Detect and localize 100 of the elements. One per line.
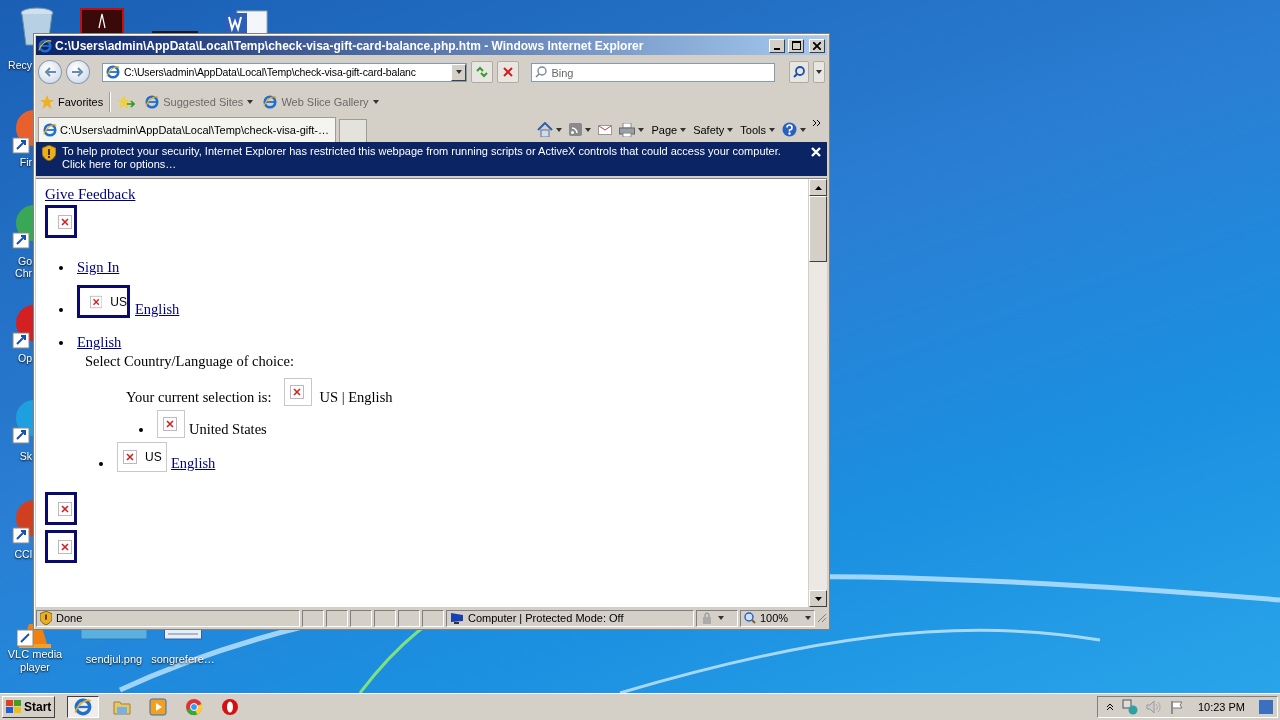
zoom-icon	[744, 612, 756, 624]
status-pane	[422, 609, 444, 627]
selection-value: US | English	[319, 389, 393, 406]
broken-image-icon	[289, 385, 304, 399]
print-button[interactable]	[619, 122, 645, 137]
word-document-icon	[223, 9, 269, 35]
minimize-button[interactable]	[769, 38, 785, 53]
feeds-button[interactable]	[569, 123, 592, 136]
search-field[interactable]: Bing	[531, 63, 776, 82]
up-arrow-icon	[814, 185, 822, 190]
country-name: United States	[189, 421, 267, 438]
bullet-icon	[59, 266, 63, 270]
scroll-thumb[interactable]	[809, 196, 827, 262]
address-dropdown-button[interactable]	[451, 63, 467, 81]
ie-icon	[145, 95, 160, 109]
close-button[interactable]	[809, 38, 825, 53]
command-menu-button[interactable]: Tools	[740, 123, 775, 136]
opera-icon	[221, 698, 240, 716]
start-button[interactable]: Start	[2, 696, 56, 718]
language-prompt: Select Country/Language of choice:	[85, 353, 294, 370]
favorites-button[interactable]: Favorites	[40, 95, 104, 109]
media-player-icon	[149, 698, 168, 716]
lock-icon	[700, 612, 714, 624]
caret-icon	[372, 100, 379, 104]
status-text: Done	[56, 612, 83, 624]
pdf-icon	[80, 8, 124, 34]
language-link[interactable]: English	[171, 455, 216, 472]
caret-icon	[585, 127, 592, 132]
broken-image-icon	[58, 501, 72, 516]
sign-in-link[interactable]: Sign In	[77, 259, 120, 276]
search-button[interactable]	[789, 61, 809, 83]
window-title: C:\Users\admin\AppData\Local\Temp\check-visa-gift-card-balance.php.htm - Windows Internet Explorer	[55, 38, 645, 53]
command-menu-button[interactable]: Page	[651, 123, 687, 136]
cleaner-icon[interactable]	[12, 500, 33, 544]
refresh-icon	[475, 66, 490, 78]
zoom-button[interactable]: 100%	[740, 609, 815, 627]
image-link[interactable]	[45, 530, 77, 563]
icon-label: Op	[18, 352, 32, 364]
zoom-level: 100%	[760, 612, 790, 624]
broken-image-icon	[163, 417, 177, 431]
forward-arrow-icon	[71, 67, 84, 77]
chrome-icon	[185, 698, 204, 716]
ie-icon	[38, 38, 52, 53]
image-link[interactable]	[45, 205, 77, 238]
scroll-up-button[interactable]	[809, 179, 827, 196]
clock[interactable]: 10:23 PM	[1197, 701, 1245, 713]
browser-tab[interactable]: C:\Users\admin\AppData\Local\Temp\check-visa-gift-…	[38, 117, 336, 142]
chrome-icon[interactable]	[12, 205, 33, 249]
icon-label: Recy	[8, 59, 32, 71]
show-hidden-icon[interactable]	[1105, 703, 1114, 711]
opera-icon[interactable]	[12, 305, 33, 349]
back-button[interactable]	[38, 60, 62, 84]
icon-label: Chr	[15, 267, 32, 279]
caret-icon	[727, 127, 734, 132]
scrollbar[interactable]	[808, 179, 827, 607]
home-button[interactable]	[537, 122, 563, 137]
favorites-link[interactable]: Suggested Sites	[145, 95, 254, 109]
stop-button[interactable]	[497, 61, 520, 83]
scroll-down-button[interactable]	[809, 590, 827, 607]
shield-warning-icon	[42, 145, 56, 161]
address-field[interactable]: C:\Users\admin\AppData\Local\Temp\check-visa-gift-card-balanc	[101, 62, 468, 82]
taskbar-app-button[interactable]	[67, 696, 100, 718]
command-menu-button[interactable]: Safety	[693, 123, 734, 136]
information-bar[interactable]: To help protect your security, Internet Explorer has restricted this webpage from running scripts or ActiveX controls that could access your computer. Click here for options…	[36, 142, 827, 176]
maximize-button[interactable]	[788, 38, 804, 53]
language-link[interactable]: English	[135, 301, 180, 318]
resize-grip-icon	[817, 613, 827, 623]
bullet-icon	[59, 341, 63, 345]
protected-mode-button[interactable]	[696, 609, 738, 627]
flag-image-link[interactable]: US	[77, 285, 130, 318]
computer-icon	[450, 612, 464, 624]
printer-icon	[619, 122, 636, 137]
close-icon[interactable]	[811, 147, 821, 157]
ie-icon	[105, 65, 120, 79]
help-button[interactable]	[782, 122, 806, 137]
favorites-link[interactable]: Web Slice Gallery	[263, 95, 379, 109]
down-arrow-icon	[814, 596, 822, 601]
bullet-icon	[139, 428, 143, 432]
caret-icon	[680, 127, 687, 132]
forward-button[interactable]	[65, 60, 90, 84]
flag-icon[interactable]	[1169, 700, 1184, 714]
firefox-icon[interactable]	[12, 110, 33, 154]
language-link[interactable]: English	[77, 334, 122, 351]
search-options-button[interactable]	[813, 61, 825, 83]
icon-label: Go	[18, 255, 32, 267]
skype-icon[interactable]	[12, 400, 33, 444]
minimize-icon	[774, 47, 780, 50]
ie-icon	[43, 123, 57, 137]
image-link[interactable]	[45, 492, 77, 525]
broken-image-icon	[90, 294, 103, 309]
caret-icon	[556, 127, 563, 132]
close-icon	[503, 67, 514, 77]
bullet-icon	[59, 308, 63, 312]
envelope-icon	[598, 124, 613, 135]
mail-button[interactable]	[598, 124, 613, 135]
star-icon	[40, 95, 54, 109]
feedback-link[interactable]: Give Feedback	[45, 186, 136, 203]
caret-icon	[800, 127, 806, 132]
status-pane	[374, 609, 396, 627]
caret-icon	[455, 70, 462, 74]
